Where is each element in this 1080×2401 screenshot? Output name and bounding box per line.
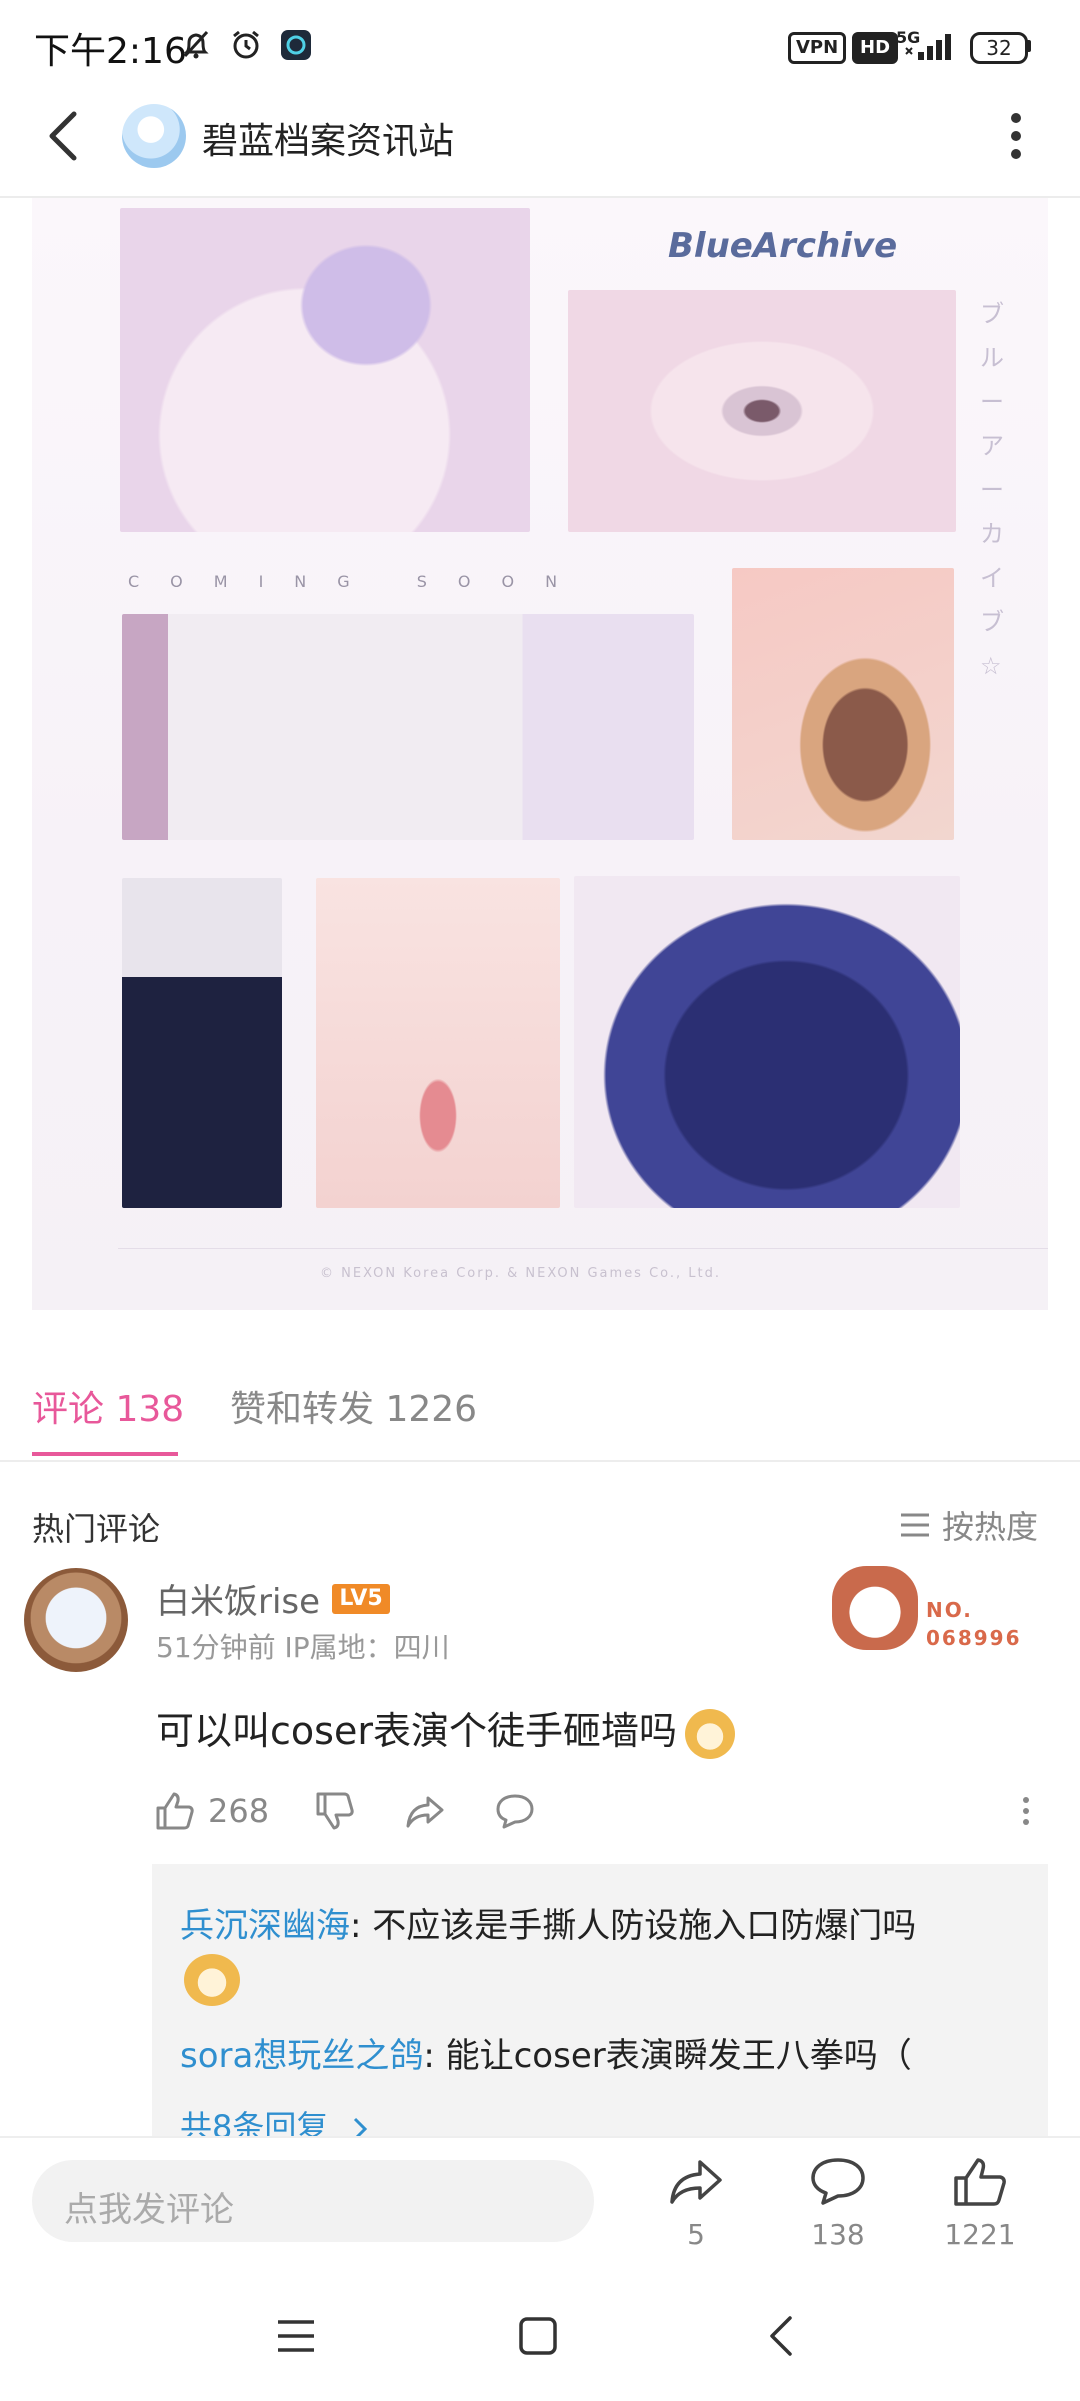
comment-dislike-button[interactable] xyxy=(314,1786,356,1836)
fan-badge-number: NO. 068996 xyxy=(926,1598,1022,1650)
comment-button[interactable] xyxy=(808,2156,868,2208)
more-vertical-icon xyxy=(1011,113,1021,159)
tabs-divider xyxy=(0,1460,1080,1462)
more-options-button[interactable] xyxy=(1000,104,1032,168)
level-badge: LV5 xyxy=(332,1584,390,1614)
comment-bubble-icon xyxy=(811,2158,865,2205)
comment-reply-button[interactable] xyxy=(494,1786,536,1836)
more-vertical-icon xyxy=(1023,1797,1029,1825)
doge-emoji-icon xyxy=(684,1708,735,1759)
battery-indicator: 32 xyxy=(970,32,1028,64)
status-time: 下午2:16 xyxy=(34,31,187,72)
status-bar: 下午2:16 VPN HD 5G 32 xyxy=(0,0,1080,90)
home-square-icon xyxy=(519,2317,557,2355)
sort-label: 按热度 xyxy=(942,1508,1039,1546)
channel-avatar[interactable] xyxy=(122,104,186,168)
image-copyright: © NEXON Korea Corp. & NEXON Games Co., L… xyxy=(320,1266,722,1281)
image-tile-phone xyxy=(122,878,282,1208)
share-button[interactable] xyxy=(666,2156,726,2208)
alarm-icon xyxy=(226,28,266,62)
reply-username[interactable]: 兵沉深幽海 xyxy=(180,1906,350,1946)
like-button[interactable] xyxy=(950,2156,1010,2208)
page-title[interactable]: 碧蓝档案资讯站 xyxy=(202,112,454,164)
back-chevron-icon xyxy=(770,2316,792,2356)
home-button[interactable] xyxy=(518,2316,558,2356)
hot-comments-heading: 热门评论 xyxy=(32,1510,161,1548)
mute-icon xyxy=(176,28,216,62)
comment-text: 可以叫coser表演个徒手砸墙吗 xyxy=(156,1700,735,1759)
brand-logo: BlueArchive xyxy=(668,226,898,266)
share-icon xyxy=(406,1796,444,1828)
like-count: 1221 xyxy=(944,2218,1016,2251)
list-icon xyxy=(901,1513,929,1537)
reply-text: : 能让coser表演瞬发王八拳吗（ xyxy=(423,2036,912,2076)
signal-icon xyxy=(900,28,960,62)
comment-username[interactable]: 白米饭rise xyxy=(156,1574,320,1623)
comment-input-placeholder: 点我发评论 xyxy=(64,2190,234,2230)
reply-text: : 不应该是手撕人防设施入口防爆门吗 xyxy=(350,1906,917,1946)
comment-more-button[interactable] xyxy=(1014,1786,1038,1836)
tab-likes-reposts[interactable]: 赞和转发 1226 xyxy=(230,1380,477,1432)
back-nav-button[interactable] xyxy=(762,2314,802,2358)
image-tile-macaron xyxy=(732,568,954,840)
hd-indicator: HD xyxy=(852,32,899,64)
comment-like-button[interactable]: 268 xyxy=(154,1786,269,1836)
thumbs-up-icon xyxy=(156,1792,194,1830)
coming-soon-text: COMING SOON xyxy=(128,572,589,591)
reply-username[interactable]: sora想玩丝之鸽 xyxy=(180,2036,423,2076)
sort-by-popularity-button[interactable]: 按热度 xyxy=(900,1502,1038,1548)
tab-comments[interactable]: 评论 138 xyxy=(32,1380,184,1432)
app-notification-icon xyxy=(278,28,314,62)
vertical-japanese-text: ブルーアーカイブ☆ xyxy=(980,300,1004,680)
recent-apps-button[interactable] xyxy=(276,2318,316,2354)
menu-icon xyxy=(278,2320,314,2352)
thumbs-down-icon xyxy=(316,1792,354,1830)
image-tile-eye xyxy=(568,290,956,532)
thumbs-up-icon xyxy=(954,2158,1006,2206)
image-tile-hair xyxy=(120,208,530,532)
share-count: 5 xyxy=(687,2218,705,2251)
comment-share-button[interactable] xyxy=(404,1786,446,1836)
comment-like-count: 268 xyxy=(208,1792,270,1830)
comment-meta: 51分钟前 IP属地：四川 xyxy=(156,1631,450,1664)
vpn-indicator: VPN xyxy=(788,32,847,64)
active-tab-indicator xyxy=(32,1452,178,1456)
image-tile-outfit xyxy=(122,614,694,840)
image-tile-lips xyxy=(316,878,560,1208)
battery-tip xyxy=(1026,40,1031,52)
comment-avatar[interactable] xyxy=(24,1568,128,1672)
share-icon xyxy=(670,2160,722,2204)
reply-bubble-icon xyxy=(496,1794,534,1829)
back-button[interactable] xyxy=(36,104,96,168)
image-tile-scrunchie xyxy=(574,876,960,1208)
fan-badge-mascot[interactable] xyxy=(832,1566,918,1650)
back-arrow-icon xyxy=(49,111,77,161)
reply-item[interactable]: 兵沉深幽海: 不应该是手撕人防设施入口防爆门吗 xyxy=(180,1898,916,1947)
comment-count: 138 xyxy=(811,2218,865,2251)
reply-item[interactable]: sora想玩丝之鸽: 能让coser表演瞬发王八拳吗（ xyxy=(180,2028,912,2077)
doge-rose-emoji-icon xyxy=(184,1954,240,2006)
image-divider xyxy=(118,1248,1048,1249)
